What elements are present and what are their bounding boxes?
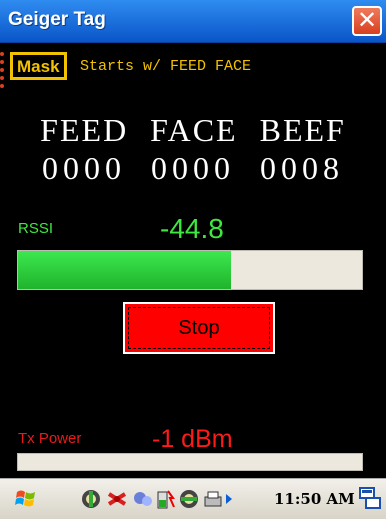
rssi-progress-bar [17,250,363,290]
clock[interactable]: 11:50 AM [274,490,355,508]
close-button[interactable]: ✕ [352,6,382,36]
printer-icon[interactable] [202,488,224,510]
tx-power-bar [17,453,363,471]
globe-icon[interactable] [178,488,200,510]
start-flag-icon[interactable] [14,487,38,511]
stop-button[interactable]: Stop [123,302,275,354]
battery-icon[interactable] [154,488,176,510]
rssi-progress-fill [18,251,232,289]
sync-icon[interactable] [132,488,154,510]
close-icon: ✕ [356,6,378,34]
connectivity-icon[interactable] [80,488,102,510]
mask-description: Starts w/ FEED FACE [80,58,252,75]
rssi-value: -44.8 [160,213,224,244]
taskbar: 11:50 AM [0,478,386,519]
keyboard-icon[interactable] [358,486,382,512]
tx-power-label: Tx Power [18,430,82,447]
title-bar: Geiger Tag ✕ [0,0,386,43]
focus-indicator [0,52,10,88]
bluetooth-icon[interactable] [106,488,128,510]
window-title: Geiger Tag [8,9,106,30]
tx-power-value: -1 dBm [152,425,233,453]
mask-button[interactable]: Mask [10,52,67,80]
mask-hex-row-2: 0000 0000 0008 [42,150,344,186]
mask-hex-row-1: FEED FACE BEEF [40,112,346,148]
rssi-label: RSSI [18,220,54,237]
tray-expand-arrow-icon[interactable] [224,488,234,510]
